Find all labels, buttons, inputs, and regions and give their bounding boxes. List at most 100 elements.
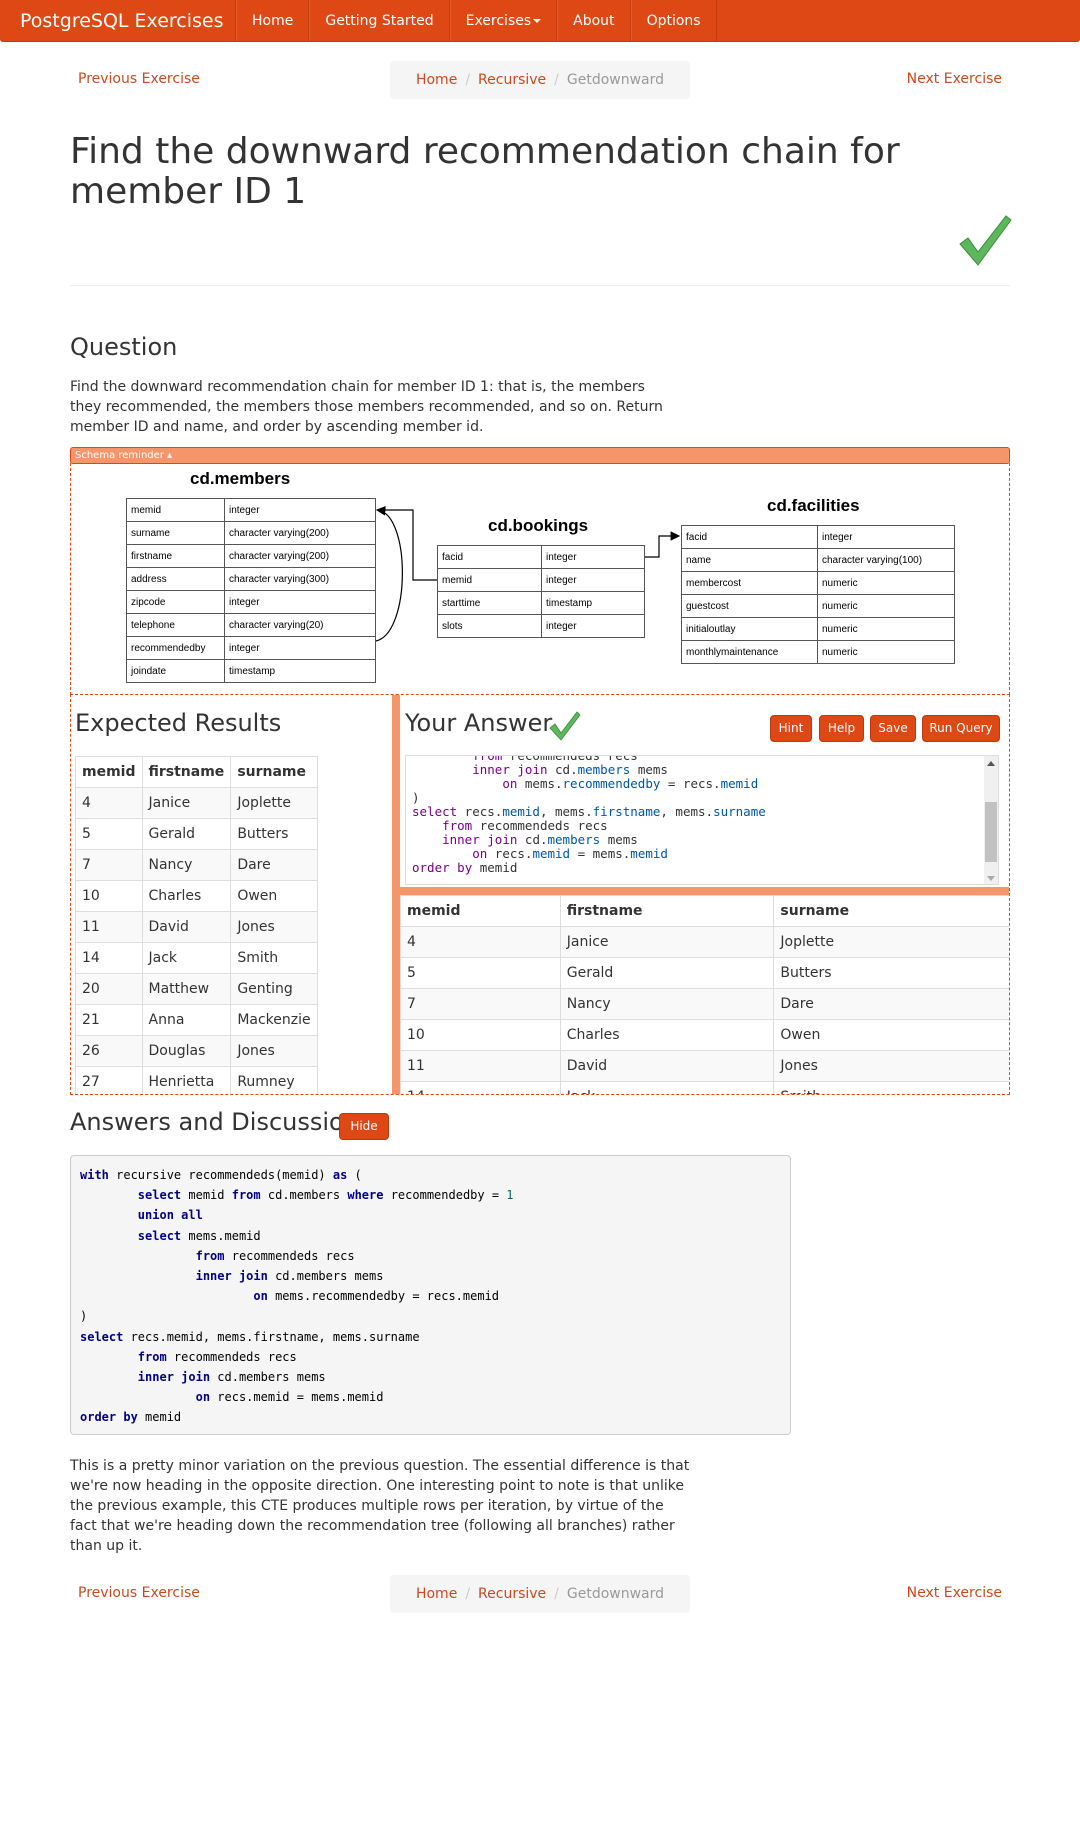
next-exercise-link[interactable]: Next Exercise: [907, 71, 1002, 87]
breadcrumb-current: Getdownward: [566, 1586, 665, 1602]
pager-bottom: Previous Exercise Home / Recursive / Getdown…: [70, 1575, 1010, 1613]
caret-down-icon: [533, 19, 542, 23]
table-cell: 26: [75, 1035, 143, 1067]
table-cell: Mackenzie: [230, 1004, 318, 1036]
table-cell: 5: [400, 957, 561, 989]
table-cell: 7: [400, 988, 561, 1020]
table-cell: Dare: [230, 849, 318, 881]
table-cell: 10: [400, 1019, 561, 1051]
expected-results-heading: Expected Results: [75, 709, 282, 737]
page-title: Find the downward recommendation chain f…: [70, 131, 900, 212]
breadcrumb-recursive[interactable]: Recursive: [478, 1586, 546, 1602]
nav-about[interactable]: About: [557, 0, 631, 41]
table-cell: Butters: [230, 818, 318, 850]
navbar: PostgreSQL Exercises Home Getting Starte…: [0, 0, 1080, 42]
nav-getting-started[interactable]: Getting Started: [309, 0, 450, 41]
scroll-down-icon[interactable]: [987, 876, 995, 881]
previous-exercise-link[interactable]: Previous Exercise: [78, 1585, 200, 1601]
solution-code-block: with recursive recommendeds(memid) as ( …: [70, 1155, 791, 1435]
sql-editor[interactable]: from recommendeds recs inner join cd.mem…: [405, 755, 999, 885]
hint-button[interactable]: Hint: [770, 715, 812, 742]
schema-diagram: cd.members memid integer surname character …: [70, 463, 1010, 695]
breadcrumb-separator: /: [554, 1586, 559, 1602]
table-cell: 4: [75, 787, 143, 819]
question-heading: Question: [70, 333, 178, 361]
table-row: 21 Anna Mackenzie: [75, 1004, 318, 1036]
table-cell: Nancy: [141, 849, 232, 881]
breadcrumb-current: Getdownward: [566, 72, 665, 88]
table-cell: 4: [400, 926, 561, 958]
table-cell: Jack: [141, 942, 232, 974]
save-button[interactable]: Save: [870, 715, 916, 742]
column-header: firstname: [141, 756, 232, 788]
column-header: surname: [773, 895, 1009, 927]
table-row: 11 David Jones: [400, 1050, 1009, 1082]
table-cell: Janice: [141, 787, 232, 819]
brand-link[interactable]: PostgreSQL Exercises: [0, 0, 236, 41]
discussion-heading: Answers and Discussion: [70, 1108, 359, 1136]
table-cell: Jones: [230, 1035, 318, 1067]
column-header: firstname: [559, 895, 775, 927]
table-cell: Charles: [141, 880, 232, 912]
breadcrumb: Home / Recursive / Getdownward: [390, 1575, 690, 1613]
checkmark-icon: [959, 215, 1012, 266]
table-cell: Rumney: [230, 1066, 318, 1094]
table-cell: 21: [75, 1004, 143, 1036]
column-header: memid: [400, 895, 561, 927]
table-cell: Joplette: [230, 787, 318, 819]
table-cell: Butters: [773, 957, 1009, 989]
your-answer-heading: Your Answer: [405, 709, 553, 737]
help-button[interactable]: Help: [819, 715, 864, 742]
next-exercise-link[interactable]: Next Exercise: [907, 1585, 1002, 1601]
table-cell: David: [141, 911, 232, 943]
table-cell: 10: [75, 880, 143, 912]
table-row: 7 Nancy Dare: [75, 849, 318, 881]
table-cell: Joplette: [773, 926, 1009, 958]
pager-top: Previous Exercise Home / Recursive / Getdown…: [70, 61, 1010, 99]
breadcrumb-home[interactable]: Home: [416, 1586, 457, 1602]
table-cell: Charles: [559, 1019, 775, 1051]
table-cell: Janice: [559, 926, 775, 958]
nav-exercises-label: Exercises: [465, 13, 532, 29]
vertical-resize-handle[interactable]: [392, 695, 400, 1094]
nav-exercises-dropdown[interactable]: Exercises: [449, 0, 558, 41]
table-cell: Anna: [141, 1004, 232, 1036]
table-row: 14JackSmith: [400, 1081, 1009, 1094]
divider: [70, 285, 1010, 286]
hide-button[interactable]: Hide: [339, 1113, 389, 1140]
scroll-up-icon[interactable]: [987, 761, 995, 766]
table-cell: 14: [400, 1081, 561, 1094]
previous-exercise-link[interactable]: Previous Exercise: [78, 71, 200, 87]
table-row: 4 Janice Joplette: [400, 926, 1009, 958]
table-cell: 11: [400, 1050, 561, 1082]
table-cell: Douglas: [141, 1035, 232, 1067]
table-header-row: memid firstname surname: [75, 756, 318, 788]
table-cell: 11: [75, 911, 143, 943]
run-query-button[interactable]: Run Query: [922, 715, 1000, 742]
breadcrumb-home[interactable]: Home: [416, 72, 457, 88]
table-cell: 7: [75, 849, 143, 881]
breadcrumb-recursive[interactable]: Recursive: [478, 72, 546, 88]
table-cell: David: [559, 1050, 775, 1082]
table-cell: Jones: [230, 911, 318, 943]
discussion-paragraph: This is a pretty minor variation on the …: [70, 1458, 690, 1554]
table-header-row: memid firstname surname: [400, 895, 1009, 927]
table-cell: 27: [75, 1066, 143, 1094]
table-cell: Smith: [230, 942, 318, 974]
scrollbar-thumb[interactable]: [985, 802, 997, 862]
results-area: Expected Results memid firstname surname 4 J…: [70, 694, 1010, 1095]
editor-scrollbar[interactable]: [984, 756, 998, 884]
nav-options[interactable]: Options: [630, 0, 717, 41]
table-cell: 14: [75, 942, 143, 974]
table-cell: 20: [75, 973, 143, 1005]
breadcrumb-separator: /: [554, 72, 559, 88]
schema-reminder-toggle[interactable]: Schema reminder ▴: [70, 447, 1010, 464]
table-cell: Jones: [773, 1050, 1009, 1082]
table-row: 14JackSmith: [75, 942, 318, 974]
breadcrumb-separator: /: [465, 72, 471, 88]
nav-home[interactable]: Home: [236, 0, 310, 41]
table-row: 27 Henrietta Rumney: [75, 1066, 318, 1094]
table-row: 26 Douglas Jones: [75, 1035, 318, 1067]
horizontal-resize-handle[interactable]: [400, 887, 1009, 895]
table-cell: Dare: [773, 988, 1009, 1020]
